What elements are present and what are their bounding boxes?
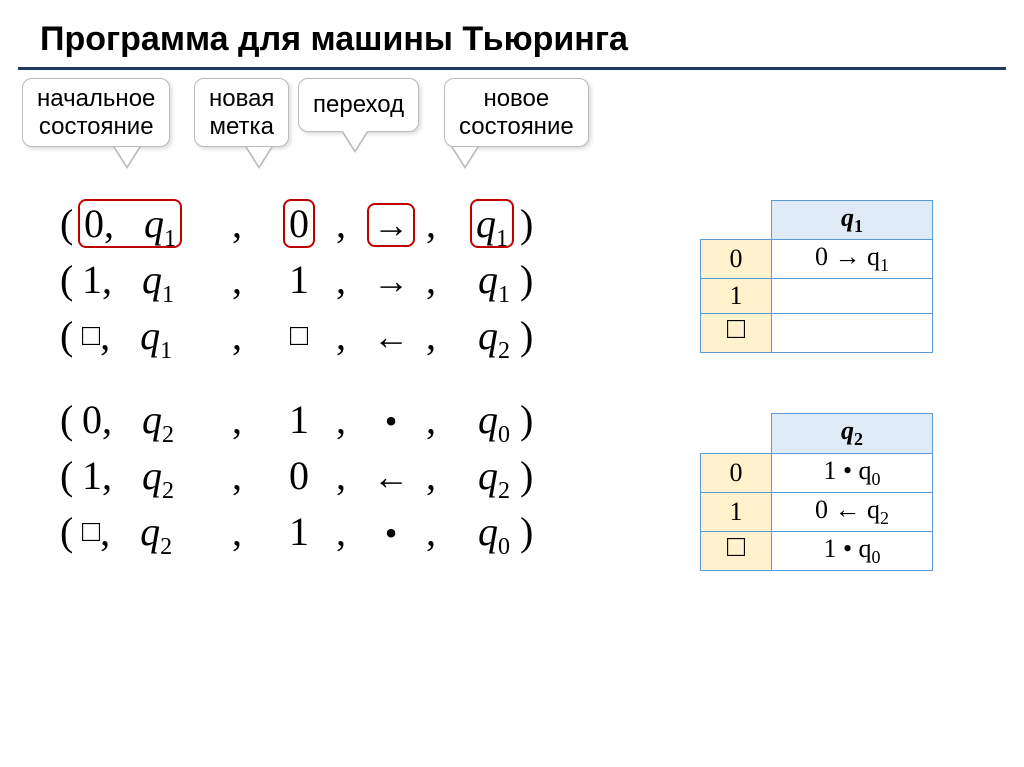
table-cell bbox=[772, 279, 933, 314]
tuple-row: ( □, q2 , 1 , • , q0 ) bbox=[60, 508, 538, 564]
tuple-row: ( 0, q2 , 1 , • , q0 ) bbox=[60, 396, 538, 452]
callout-initial-state: начальное состояние bbox=[22, 78, 170, 147]
page-title: Программа для машины Тьюринга bbox=[0, 0, 1024, 67]
row-header: 0 bbox=[701, 240, 772, 279]
table-cell bbox=[772, 314, 933, 353]
row-header: 0 bbox=[701, 453, 772, 492]
table-cell: 0 → q1 bbox=[772, 240, 933, 279]
callout-line: начальное bbox=[37, 85, 155, 112]
callout-line: метка bbox=[210, 113, 274, 140]
table-cell: 1 • q0 bbox=[772, 531, 933, 570]
transition-tables: q1 0 0 → q1 1 □ q2 0 1 • q0 1 0 ← q2 □ 1… bbox=[700, 200, 933, 631]
tuple-row: ( 1, q1 , 1 , → , q1 ) bbox=[60, 256, 538, 312]
callout-line: состояние bbox=[39, 113, 154, 140]
table-cell: 1 • q0 bbox=[772, 453, 933, 492]
table-header: q2 bbox=[772, 414, 933, 453]
callout-line: переход bbox=[313, 91, 404, 118]
callout-new-mark: новая метка bbox=[194, 78, 289, 147]
row-header: □ bbox=[701, 314, 772, 353]
table-q1: q1 0 0 → q1 1 □ bbox=[700, 200, 933, 353]
tuple-row: ( 0, q1 , 0 , → , q1 ) bbox=[60, 200, 538, 256]
callout-new-state: новое состояние bbox=[444, 78, 589, 147]
callout-line: новая bbox=[209, 85, 274, 112]
tuple-row: ( 1, q2 , 0 , ← , q2 ) bbox=[60, 452, 538, 508]
tuple-group-2: ( 0, q2 , 1 , • , q0 ) ( 1, q2 , 0 , ← ,… bbox=[60, 396, 538, 564]
row-header: 1 bbox=[701, 492, 772, 531]
tuple-list: ( 0, q1 , 0 , → , q1 ) ( 1, q1 , 1 , → ,… bbox=[60, 200, 538, 592]
table-cell: 0 ← q2 bbox=[772, 492, 933, 531]
title-underline bbox=[18, 67, 1006, 70]
table-q2: q2 0 1 • q0 1 0 ← q2 □ 1 • q0 bbox=[700, 413, 933, 571]
callout-line: состояние bbox=[459, 113, 574, 140]
callout-move: переход bbox=[298, 78, 419, 132]
row-header: □ bbox=[701, 531, 772, 570]
tuple-group-1: ( 0, q1 , 0 , → , q1 ) ( 1, q1 , 1 , → ,… bbox=[60, 200, 538, 368]
table-header: q1 bbox=[772, 201, 933, 240]
callouts-row: начальное состояние новая метка переход … bbox=[0, 78, 1024, 168]
row-header: 1 bbox=[701, 279, 772, 314]
tuple-row: ( □, q1 , □ , ← , q2 ) bbox=[60, 312, 538, 368]
callout-line: новое bbox=[483, 85, 549, 112]
